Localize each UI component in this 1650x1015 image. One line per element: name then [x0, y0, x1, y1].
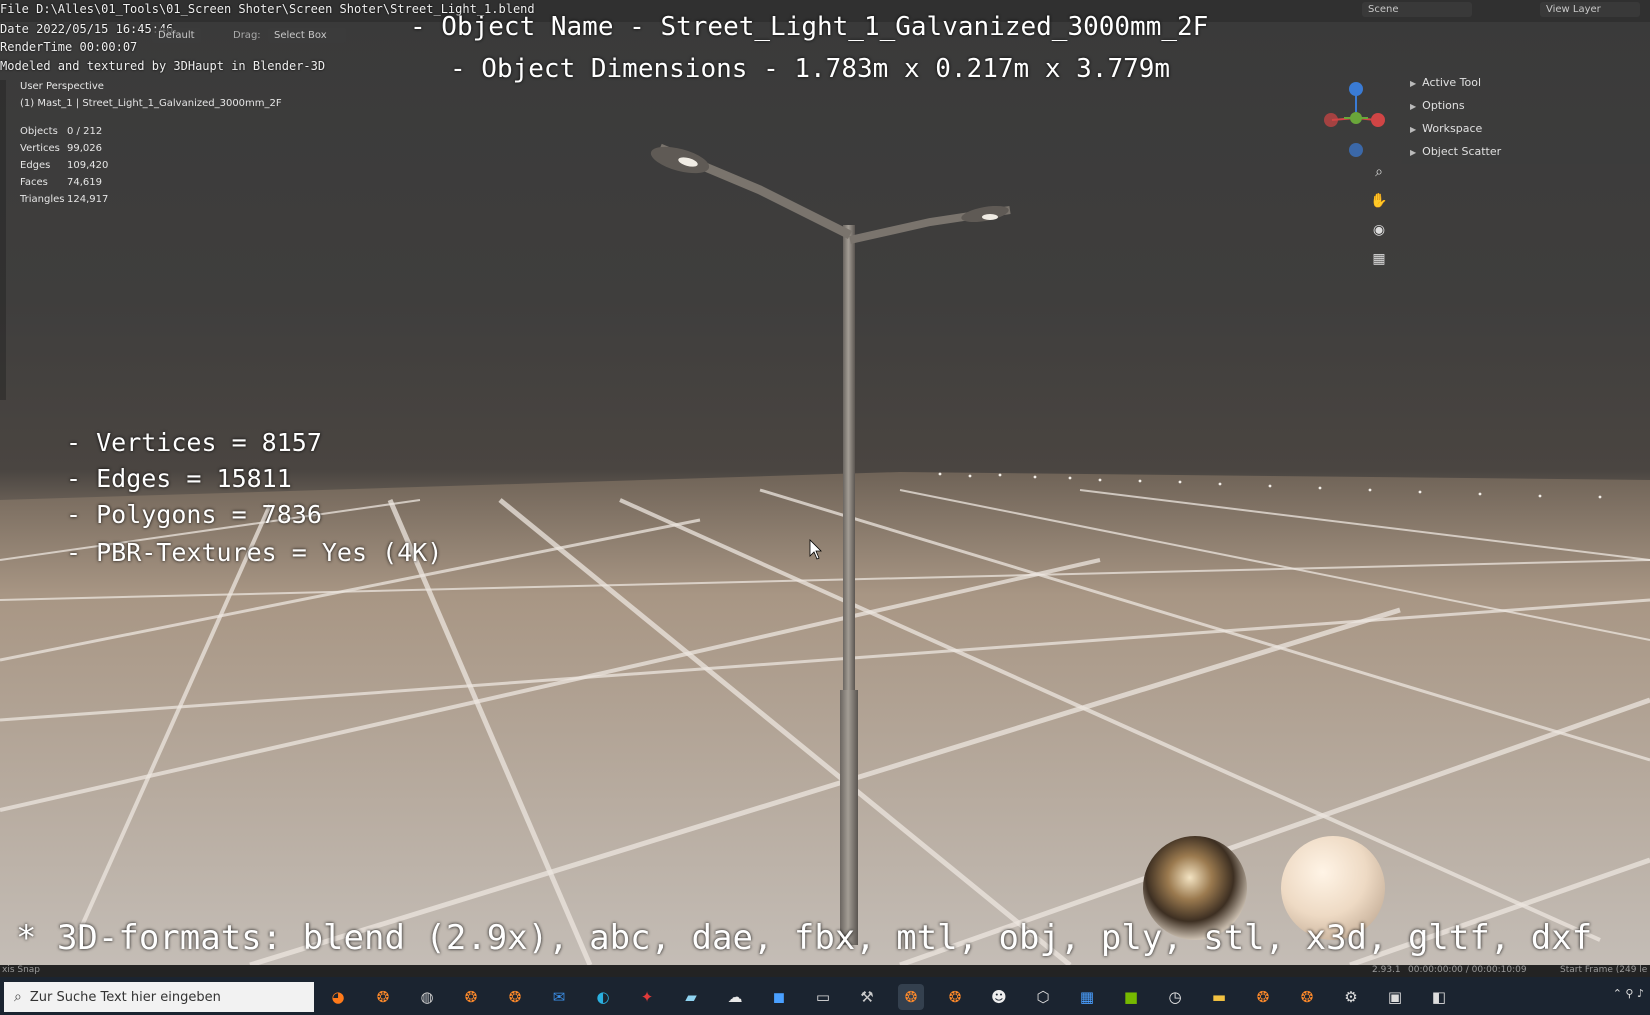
expand-triangle-icon: ▶	[1410, 125, 1417, 134]
expand-triangle-icon: ▶	[1410, 79, 1417, 88]
rendertime-line: RenderTime 00:00:07	[0, 40, 138, 54]
folder-icon[interactable]: ▬	[1206, 984, 1232, 1010]
orientation-dropdown[interactable]: Default	[152, 28, 201, 43]
credit-line: Modeled and textured by 3DHaupt in Blend…	[0, 59, 326, 73]
panda-app-icon[interactable]: ☻	[986, 984, 1012, 1010]
cube-app-icon[interactable]: ⬡	[1030, 984, 1056, 1010]
spec-vertices: - Vertices = 8157	[66, 428, 322, 457]
date-line: Date 2022/05/15 16:45:46	[0, 22, 174, 36]
navigation-gizmo[interactable]	[1320, 78, 1390, 158]
drag-dropdown[interactable]: Select Box	[268, 28, 346, 43]
gizmo-x-axis[interactable]	[1371, 113, 1385, 127]
3d-viewport[interactable]: File D:\Alles\01_Tools\01_Screen Shoter\…	[0, 0, 1650, 965]
system-tray[interactable]: ⌃ ⚲ ♪	[1613, 987, 1644, 1000]
blender-icon[interactable]: ❂	[458, 984, 484, 1010]
gizmo-z-neg-axis[interactable]	[1349, 143, 1363, 157]
gizmo-x-neg-axis[interactable]	[1324, 113, 1338, 127]
blender-icon[interactable]: ❂	[942, 984, 968, 1010]
mail-icon[interactable]: ✉	[546, 984, 572, 1010]
blender-icon[interactable]: ❂	[502, 984, 528, 1010]
app-red-icon[interactable]: ✦	[634, 984, 660, 1010]
expand-triangle-icon: ▶	[1410, 102, 1417, 111]
blender-icon[interactable]: ❂	[1250, 984, 1276, 1010]
gizmo-z-axis[interactable]	[1349, 82, 1363, 96]
network-icon[interactable]: ⚲	[1625, 987, 1633, 1000]
expand-triangle-icon: ▶	[1410, 148, 1417, 157]
view-layer-selector[interactable]: View Layer	[1540, 2, 1640, 17]
panel-workspace[interactable]: ▶ Workspace	[1410, 122, 1482, 135]
stat-edges: Edges 109,420	[20, 160, 109, 171]
edge-browser-icon[interactable]: ◐	[590, 984, 616, 1010]
spec-edges: - Edges = 15811	[66, 464, 292, 493]
taskbar-search-input[interactable]: ⌕ Zur Suche Text hier eingeben	[4, 982, 314, 1012]
stat-vertices: Vertices 99,026	[20, 143, 102, 154]
sidebar-panel: ▶ Active Tool ▶ Options ▶ Workspace ▶ Object…	[1402, 72, 1650, 164]
formats-line: * 3D-formats: blend (2.9x), abc, dae, fb…	[16, 918, 1593, 958]
calendar-icon[interactable]: ▦	[1074, 984, 1100, 1010]
terminal-icon[interactable]: ▭	[810, 984, 836, 1010]
blender-active-icon[interactable]: ❂	[898, 984, 924, 1010]
nvidia-icon[interactable]: ■	[1118, 984, 1144, 1010]
stat-objects: Objects 0 / 212	[20, 126, 103, 137]
status-snap-text: xis Snap	[2, 965, 41, 975]
stat-triangles: Triangles 124,917	[20, 194, 109, 205]
volume-icon[interactable]: ♪	[1637, 987, 1644, 1000]
cloud-app-icon[interactable]: ☁	[722, 984, 748, 1010]
window-app-icon[interactable]: ◧	[1426, 984, 1452, 1010]
chat-app-icon[interactable]: ◼	[766, 984, 792, 1010]
zoom-icon[interactable]: ⌕	[1367, 160, 1391, 184]
clock-app-icon[interactable]: ◷	[1162, 984, 1188, 1010]
stat-faces: Faces 74,619	[20, 177, 102, 188]
status-version: 2.93.1	[1372, 965, 1401, 975]
blender-icon[interactable]: ❂	[1294, 984, 1320, 1010]
panel-object-scatter[interactable]: ▶ Object Scatter	[1410, 145, 1501, 158]
ortho-grid-icon[interactable]: ▦	[1367, 247, 1391, 271]
settings-gear-icon[interactable]: ⚙	[1338, 984, 1364, 1010]
tool-app-icon[interactable]: ⚒	[854, 984, 880, 1010]
panel-active-tool[interactable]: ▶ Active Tool	[1410, 76, 1481, 89]
pan-hand-icon[interactable]: ✋	[1367, 189, 1391, 213]
object-name-title: - Object Name - Street_Light_1_Galvanize…	[410, 12, 1209, 42]
panel-options[interactable]: ▶ Options	[1410, 99, 1465, 112]
blender-icon[interactable]: ❂	[370, 984, 396, 1010]
remote-desktop-icon[interactable]: ▣	[1382, 984, 1408, 1010]
view-perspective-label: User Perspective	[20, 81, 104, 92]
obs-icon[interactable]: ◍	[414, 984, 440, 1010]
active-object-label: (1) Mast_1 | Street_Light_1_Galvanized_3…	[20, 98, 282, 109]
windows-taskbar: ⌕ Zur Suche Text hier eingeben ◕ ❂ ◍ ❂ ❂…	[0, 977, 1650, 1015]
spec-polygons: - Polygons = 7836	[66, 500, 322, 529]
status-bar: xis Snap 2.93.1 00:00:00:00 / 00:00:10:0…	[0, 965, 1650, 977]
status-timecode: 00:00:00:00 / 00:00:10:09	[1408, 965, 1527, 975]
firefox-icon[interactable]: ◕	[325, 984, 351, 1010]
toolbar-rail[interactable]	[0, 80, 6, 400]
spec-pbr-textures: - PBR-Textures = Yes (4K)	[66, 538, 443, 567]
scene-selector[interactable]: Scene	[1362, 2, 1472, 17]
notes-icon[interactable]: ▰	[678, 984, 704, 1010]
camera-view-icon[interactable]: ◉	[1367, 218, 1391, 242]
chevron-up-icon[interactable]: ⌃	[1613, 987, 1622, 1000]
drag-label: Drag:	[233, 30, 261, 41]
status-start-frame: Start Frame (249 le	[1560, 965, 1648, 975]
object-dimensions-title: - Object Dimensions - 1.783m x 0.217m x …	[450, 54, 1171, 84]
gizmo-y-axis[interactable]	[1350, 112, 1362, 124]
search-icon: ⌕	[14, 989, 22, 1005]
